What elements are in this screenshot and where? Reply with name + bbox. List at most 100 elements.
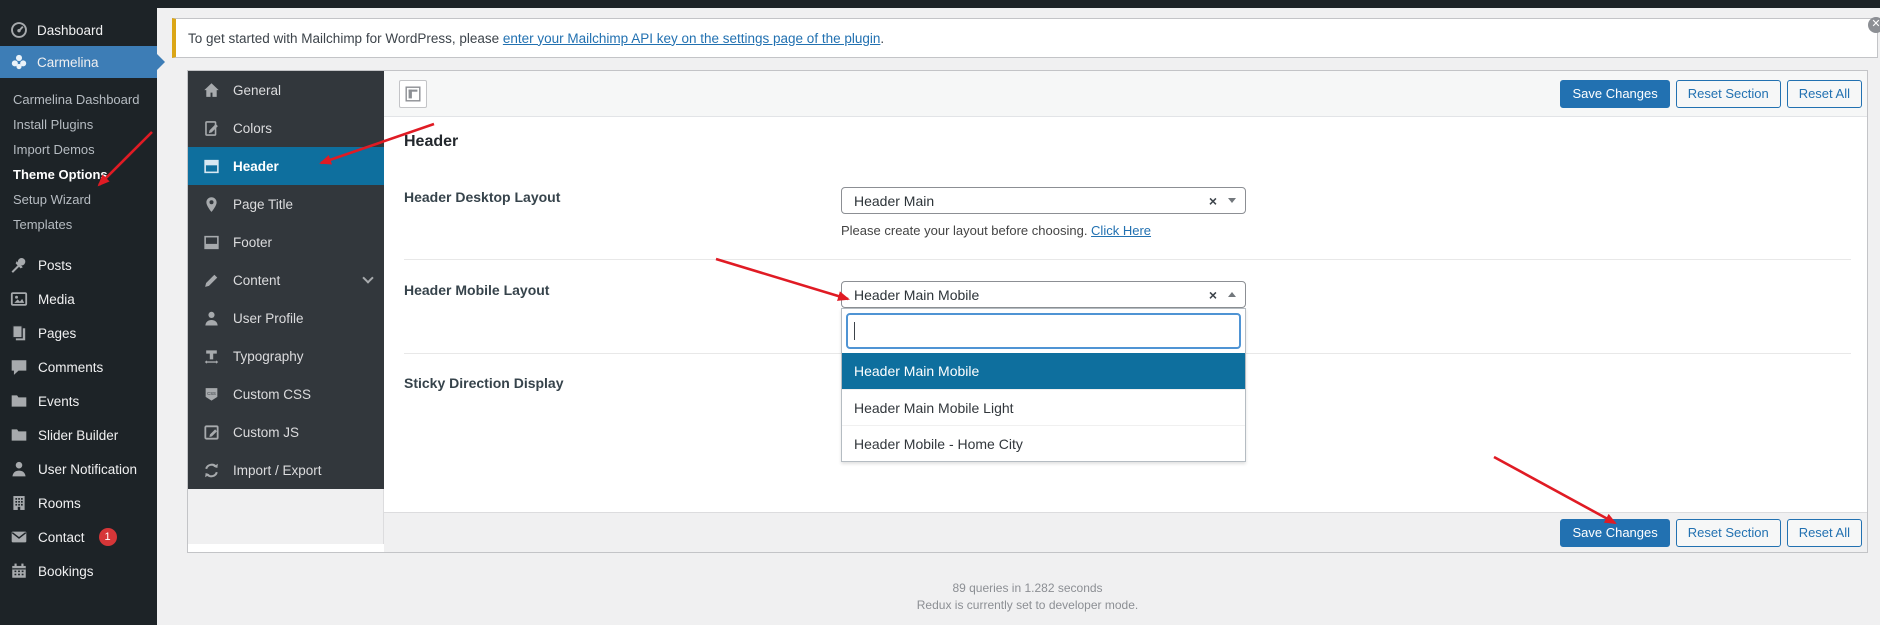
save-changes-button[interactable]: Save Changes [1560, 80, 1669, 108]
sidebar-item-rooms[interactable]: Rooms [0, 486, 157, 520]
sidebar-item-slider-builder[interactable]: Slider Builder [0, 418, 157, 452]
sidebar-item-media[interactable]: Media [0, 282, 157, 316]
sidebar-item-label: Carmelina [37, 55, 99, 70]
options-menu-item-label: Custom CSS [233, 387, 311, 402]
folder-icon [10, 426, 28, 444]
sidebar-item-posts[interactable]: Posts [0, 248, 157, 282]
options-menu-item-label: Custom JS [233, 425, 299, 440]
submenu-item-install-plugins[interactable]: Install Plugins [0, 112, 157, 137]
pencil-icon [203, 272, 220, 289]
options-menu-item-user-profile[interactable]: User Profile [188, 299, 384, 337]
options-menu-item-import-export[interactable]: Import / Export [188, 451, 384, 489]
options-menu-item-label: Header [233, 159, 279, 174]
comment-icon [10, 358, 28, 376]
options-toolbar: Save Changes Reset Section Reset All [384, 71, 1867, 117]
unread-count-badge: 1 [99, 528, 117, 546]
divider [404, 259, 1851, 260]
sidebar-item-label: User Notification [38, 462, 137, 477]
options-menu-item-footer[interactable]: Footer [188, 223, 384, 261]
folder-icon [10, 392, 28, 410]
options-footer: Save Changes Reset Section Reset All [384, 512, 1867, 552]
header-icon [203, 158, 220, 175]
sidebar-item-label: Comments [38, 360, 103, 375]
svg-text:CSS: CSS [207, 391, 216, 396]
sidebar-item-dashboard[interactable]: Dashboard [0, 14, 157, 46]
options-menu-item-label: Import / Export [233, 463, 322, 478]
panel-toggle-icon[interactable] [399, 80, 427, 108]
options-menu-item-colors[interactable]: Colors [188, 109, 384, 147]
reset-section-button-bottom[interactable]: Reset Section [1676, 519, 1781, 547]
options-menu-item-page-title[interactable]: Page Title [188, 185, 384, 223]
options-menu-item-label: User Profile [233, 311, 304, 326]
reset-all-button[interactable]: Reset All [1787, 80, 1862, 108]
sidebar-item-events[interactable]: Events [0, 384, 157, 418]
click-here-link[interactable]: Click Here [1091, 223, 1151, 238]
submenu-item-carmelina-dashboard[interactable]: Carmelina Dashboard [0, 87, 157, 112]
footer-icon [203, 234, 220, 251]
panel-toggle-icon [405, 86, 421, 102]
queries-stat: 89 queries in 1.282 seconds [187, 580, 1868, 597]
admin-notice: To get started with Mailchimp for WordPr… [172, 18, 1878, 58]
mailchimp-api-key-link[interactable]: enter your Mailchimp API key on the sett… [503, 31, 880, 46]
options-menu-item-label: Content [233, 273, 280, 288]
pushpin-icon [10, 256, 28, 274]
field-label-header-mobile-layout: Header Mobile Layout [404, 282, 549, 298]
caret-down-icon[interactable] [1228, 198, 1236, 203]
redux-stats: 89 queries in 1.282 seconds Redux is cur… [187, 580, 1868, 614]
gauge-icon [10, 21, 28, 39]
options-menu-item-typography[interactable]: Typography [188, 337, 384, 375]
envelope-icon [10, 528, 28, 546]
dropdown-search-input[interactable] [846, 313, 1241, 349]
admin-top-bar [0, 0, 1880, 8]
x-clear-icon[interactable]: × [1209, 193, 1217, 209]
sidebar-item-label: Events [38, 394, 79, 409]
options-menu-item-label: Footer [233, 235, 272, 250]
sidebar-item-bookings[interactable]: Bookings [0, 554, 157, 588]
header-mobile-layout-select[interactable]: Header Main Mobile × [841, 281, 1246, 308]
field-label-sticky-direction-display: Sticky Direction Display [404, 375, 564, 391]
save-changes-button-bottom[interactable]: Save Changes [1560, 519, 1669, 547]
admin-menu: Posts Media Pages Comments Events Slider Buil… [0, 248, 157, 588]
options-menu-item-header[interactable]: Header [188, 147, 384, 185]
sidebar-item-label: Pages [38, 326, 76, 341]
options-menu-item-content[interactable]: Content [188, 261, 384, 299]
header-desktop-layout-select[interactable]: Header Main × [841, 187, 1246, 214]
sidebar-item-user-notification[interactable]: User Notification [0, 452, 157, 486]
sidebar-item-carmelina[interactable]: Carmelina [0, 46, 157, 78]
dropdown-option-header-main-mobile[interactable]: Header Main Mobile [842, 353, 1245, 389]
colors-icon [203, 120, 220, 137]
reset-section-button[interactable]: Reset Section [1676, 80, 1781, 108]
sidebar-item-contact[interactable]: Contact1 [0, 520, 157, 554]
reset-all-button-bottom[interactable]: Reset All [1787, 519, 1862, 547]
dropdown-option-header-mobile-home-city[interactable]: Header Mobile - Home City [842, 425, 1245, 461]
caret-up-icon[interactable] [1228, 292, 1236, 297]
options-menu-item-label: Typography [233, 349, 304, 364]
options-menu-item-general[interactable]: General [188, 71, 384, 109]
sidebar-item-label: Posts [38, 258, 72, 273]
flower-icon [10, 53, 28, 71]
submenu-item-setup-wizard[interactable]: Setup Wizard [0, 187, 157, 212]
circle-x-icon[interactable]: ✕ [1868, 17, 1880, 33]
pages-icon [10, 324, 28, 342]
text-cursor [854, 322, 855, 340]
x-clear-icon[interactable]: × [1209, 287, 1217, 303]
options-menu: GeneralColors Header Page Title Footer Conte… [188, 71, 384, 489]
chevron-down-icon[interactable] [362, 272, 373, 283]
user-icon [203, 310, 220, 327]
sync-icon [203, 462, 220, 479]
field-help-text: Please create your layout before choosin… [841, 223, 1151, 238]
submenu-item-theme-options[interactable]: Theme Options [0, 162, 157, 187]
dropdown-option-header-main-mobile-light[interactable]: Header Main Mobile Light [842, 389, 1245, 425]
submenu-item-templates[interactable]: Templates [0, 212, 157, 237]
js-icon [203, 424, 220, 441]
submenu-item-import-demos[interactable]: Import Demos [0, 137, 157, 162]
selected-value: Header Main [854, 193, 1209, 209]
sidebar-item-pages[interactable]: Pages [0, 316, 157, 350]
options-menu-item-custom-js[interactable]: Custom JS [188, 413, 384, 451]
sidebar-item-label: Bookings [38, 564, 94, 579]
map-pin-icon [203, 196, 220, 213]
css-icon: CSS [203, 386, 220, 403]
sidebar-item-comments[interactable]: Comments [0, 350, 157, 384]
options-menu-item-custom-css[interactable]: CSS Custom CSS [188, 375, 384, 413]
theme-options-panel: Save Changes Reset Section Reset All Gen… [187, 70, 1868, 553]
